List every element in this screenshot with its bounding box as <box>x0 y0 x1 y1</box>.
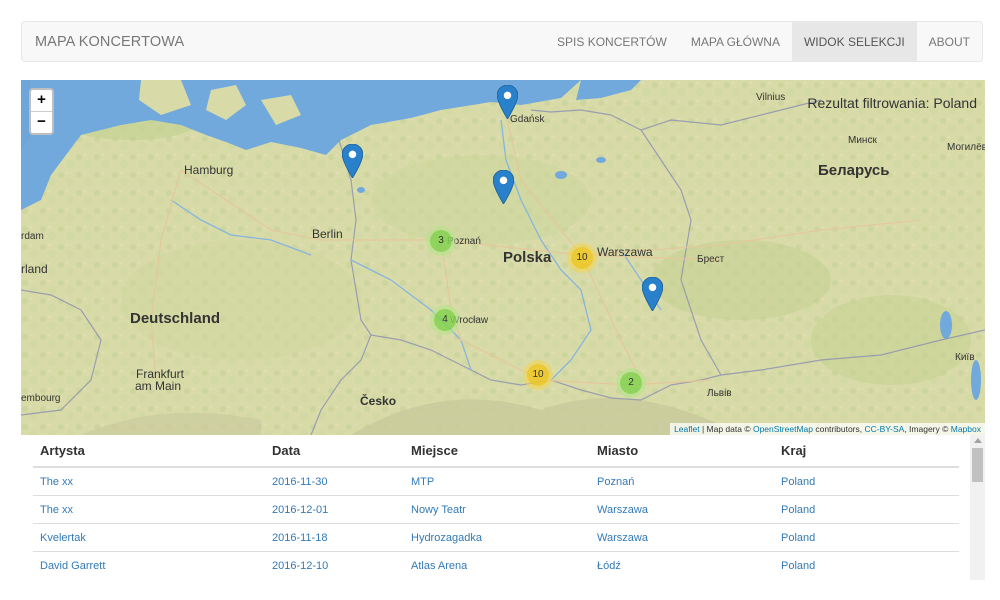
mapbox-link[interactable]: Mapbox <box>951 424 981 434</box>
attribution-text: | Map data © <box>699 424 753 434</box>
cell-country[interactable]: Poland <box>774 466 959 496</box>
cc-by-sa-link[interactable]: CC-BY-SA <box>864 424 904 434</box>
cell-venue[interactable]: MTP <box>404 466 590 496</box>
map-marker-icon[interactable] <box>342 144 363 178</box>
cell-venue[interactable]: Hydrozagadka <box>404 523 590 552</box>
cluster-warszawa[interactable]: 10 <box>567 243 597 273</box>
cell-city[interactable]: Poznań <box>590 466 774 496</box>
map-marker-icon[interactable] <box>642 277 663 311</box>
header-miasto[interactable]: Miasto <box>590 435 774 468</box>
label-vilnius: Vilnius <box>756 92 786 103</box>
cluster-count: 3 <box>430 230 452 252</box>
table-scrollbar[interactable] <box>970 435 985 580</box>
cell-artist[interactable]: The xx <box>33 466 265 496</box>
cell-city[interactable]: Łódź <box>590 551 774 579</box>
label-polska: Polska <box>503 249 552 266</box>
cell-date[interactable]: 2016-12-01 <box>265 495 404 524</box>
header-kraj[interactable]: Kraj <box>774 435 959 468</box>
concert-table: Artysta Data Miejsce Miasto Kraj The xx … <box>33 435 959 579</box>
cluster-count: 10 <box>527 364 549 386</box>
label-minsk: Минск <box>848 135 877 146</box>
nav-spis-koncertow[interactable]: SPIS KONCERTÓW <box>545 22 679 61</box>
label-brest: Брест <box>697 254 725 265</box>
nav-menu: SPIS KONCERTÓW MAPA GŁÓWNA WIDOK SELEKCJ… <box>545 22 982 61</box>
label-warszawa: Warszawa <box>597 245 653 259</box>
cluster-count: 10 <box>571 247 593 269</box>
label-cesko: Česko <box>360 394 397 408</box>
navbar: MAPA KONCERTOWA SPIS KONCERTÓW MAPA GŁÓW… <box>21 21 983 62</box>
cell-city[interactable]: Warszawa <box>590 495 774 524</box>
nav-about[interactable]: ABOUT <box>917 22 982 61</box>
cluster-count: 2 <box>620 372 642 394</box>
table-header-row: Artysta Data Miejsce Miasto Kraj <box>33 435 959 468</box>
cluster-krakow[interactable]: 10 <box>523 360 553 390</box>
brand-title[interactable]: MAPA KONCERTOWA <box>35 22 184 62</box>
attribution-text: , Imagery © <box>904 424 951 434</box>
label-hamburg: Hamburg <box>184 163 234 177</box>
label-mogilev: Могилёв <box>947 142 985 153</box>
scrollbar-thumb[interactable] <box>972 448 983 482</box>
label-am-main: am Main <box>135 379 182 393</box>
cell-artist[interactable]: The xx <box>33 495 265 524</box>
label-lviv: Львів <box>707 388 732 399</box>
zoom-out-button[interactable]: − <box>31 112 52 133</box>
label-deutschland: Deutschland <box>130 310 221 327</box>
nav-widok-selekcji[interactable]: WIDOK SELEKCJI <box>791 22 917 61</box>
table-row[interactable]: Kvelertak 2016-11-18 Hydrozagadka Warsza… <box>33 523 959 552</box>
cell-country[interactable]: Poland <box>774 523 959 552</box>
nav-mapa-glowna[interactable]: MAPA GŁÓWNA <box>679 22 792 61</box>
cell-venue[interactable]: Atlas Arena <box>404 551 590 579</box>
leaflet-link[interactable]: Leaflet <box>674 424 700 434</box>
map-marker-icon[interactable] <box>493 170 514 204</box>
cluster-rzeszow[interactable]: 2 <box>616 368 646 398</box>
cell-date[interactable]: 2016-11-18 <box>265 523 404 552</box>
openstreetmap-link[interactable]: OpenStreetMap <box>753 424 813 434</box>
cell-city[interactable]: Warszawa <box>590 523 774 552</box>
cell-artist[interactable]: David Garrett <box>33 551 265 579</box>
header-artysta[interactable]: Artysta <box>33 435 265 468</box>
cell-artist[interactable]: Kvelertak <box>33 523 265 552</box>
zoom-in-button[interactable]: + <box>31 90 52 112</box>
cluster-count: 4 <box>434 309 456 331</box>
table-row[interactable]: The xx 2016-12-01 Nowy Teatr Warszawa Po… <box>33 495 959 524</box>
cluster-wroclaw[interactable]: 4 <box>430 305 460 335</box>
cell-country[interactable]: Poland <box>774 495 959 524</box>
cell-country[interactable]: Poland <box>774 551 959 579</box>
map-marker-icon[interactable] <box>497 85 518 119</box>
map-attribution: Leaflet | Map data © OpenStreetMap contr… <box>670 423 985 435</box>
label-berlin: Berlin <box>312 227 343 241</box>
concert-table-container: Artysta Data Miejsce Miasto Kraj The xx … <box>33 435 959 580</box>
attribution-text: contributors, <box>812 424 865 434</box>
header-miejsce[interactable]: Miejsce <box>404 435 590 468</box>
scroll-up-arrow-icon[interactable] <box>974 438 982 443</box>
cluster-poznan[interactable]: 3 <box>426 226 456 256</box>
table-row[interactable]: David Garrett 2016-12-10 Atlas Arena Łód… <box>33 551 959 579</box>
label-amsterdam: rdam <box>21 231 44 242</box>
label-nederland: rland <box>21 262 48 276</box>
label-luxembourg: embourg <box>21 393 61 404</box>
cell-date[interactable]: 2016-11-30 <box>265 466 404 496</box>
cell-venue[interactable]: Nowy Teatr <box>404 495 590 524</box>
table-row[interactable]: The xx 2016-11-30 MTP Poznań Poland <box>33 466 959 496</box>
filter-result-text: Rezultat filtrowania: Poland <box>807 95 977 111</box>
label-kyiv: Київ <box>955 352 975 363</box>
header-data[interactable]: Data <box>265 435 404 468</box>
cell-date[interactable]: 2016-12-10 <box>265 551 404 579</box>
zoom-control: + − <box>29 88 54 135</box>
concert-map[interactable]: Vilnius Gdańsk Hamburg Минск Могилёв Бел… <box>21 80 985 435</box>
label-belarus: Беларусь <box>818 162 890 179</box>
